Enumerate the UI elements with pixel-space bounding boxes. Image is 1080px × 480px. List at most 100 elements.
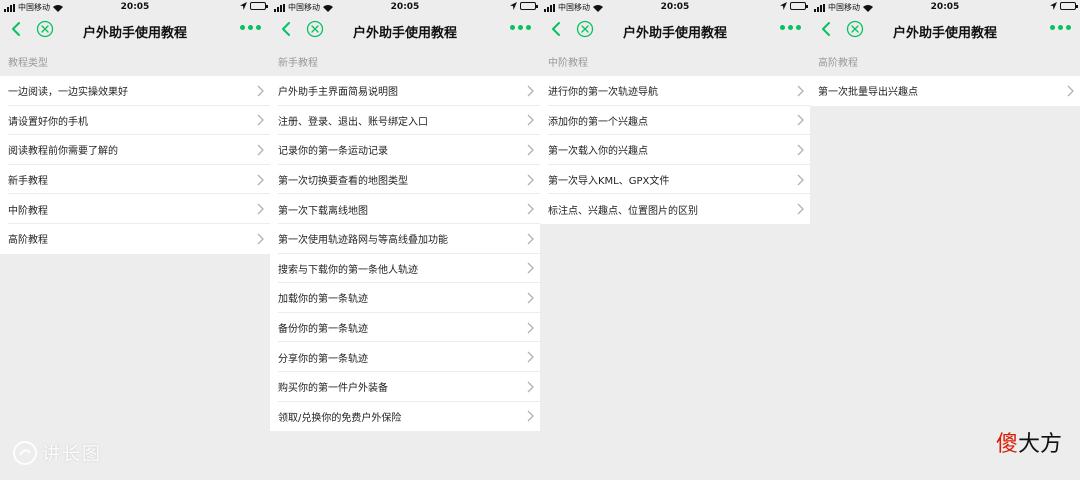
list-item-label: 一边阅读，一边实操效果好 bbox=[8, 87, 128, 99]
status-right bbox=[510, 2, 538, 10]
screen-4: 中国移动 20:05 户外助手使用教程 高阶教程 第一次批量导出兴趣点 bbox=[810, 0, 1080, 480]
list-item-label: 进行你的第一次轨迹导航 bbox=[548, 87, 658, 99]
screen-3: 中国移动 20:05 户外助手使用教程 中阶教程 进行你的第一次轨迹导航 添加你… bbox=[540, 0, 810, 480]
list-item-label: 第一次导入KML、GPX文件 bbox=[548, 176, 670, 188]
list-item[interactable]: 户外助手主界面简易说明图 bbox=[270, 76, 540, 106]
more-options-icon[interactable] bbox=[1050, 25, 1072, 33]
more-options-icon[interactable] bbox=[510, 25, 532, 33]
list-item-label: 备份你的第一条轨迹 bbox=[278, 324, 368, 336]
chevron-right-icon bbox=[1067, 85, 1074, 97]
list-item-label: 购买你的第一件户外装备 bbox=[278, 383, 388, 395]
status-time: 20:05 bbox=[120, 2, 150, 12]
screen-1: 中国移动 20:05 户外助手使用教程 教程类型 一边阅读，一边实操效果好 请设… bbox=[0, 0, 270, 480]
screen-2: 中国移动 20:05 户外助手使用教程 新手教程 户外助手主界面简易说明图 注册… bbox=[270, 0, 540, 480]
status-time: 20:05 bbox=[660, 2, 690, 12]
list-item[interactable]: 中阶教程 bbox=[0, 194, 270, 224]
battery-icon bbox=[1060, 2, 1078, 10]
chevron-right-icon bbox=[257, 233, 264, 245]
list-item-label: 请设置好你的手机 bbox=[8, 116, 88, 128]
chevron-right-icon bbox=[797, 144, 804, 156]
list-item-label: 领取/兑换你的免费户外保险 bbox=[278, 412, 402, 424]
nav-bar: 户外助手使用教程 bbox=[810, 14, 1080, 46]
chevron-right-icon bbox=[527, 410, 534, 422]
page-title: 户外助手使用教程 bbox=[82, 26, 187, 41]
battery-icon bbox=[520, 2, 538, 10]
status-bar: 中国移动 20:05 bbox=[0, 0, 270, 14]
list-item[interactable]: 分享你的第一条轨迹 bbox=[270, 342, 540, 372]
brand-logo: 傻大方 bbox=[996, 426, 1062, 458]
chevron-right-icon bbox=[797, 114, 804, 126]
section-header: 教程类型 bbox=[8, 57, 48, 69]
status-time: 20:05 bbox=[390, 2, 420, 12]
list-item-label: 加载你的第一条轨迹 bbox=[278, 294, 368, 306]
list-item-label: 第一次使用轨迹路网与等高线叠加功能 bbox=[278, 235, 448, 247]
chevron-right-icon bbox=[527, 114, 534, 126]
location-arrow-icon bbox=[780, 2, 787, 10]
section-header: 高阶教程 bbox=[818, 57, 858, 69]
more-options-icon[interactable] bbox=[240, 25, 262, 33]
brand-logo-rest: 大方 bbox=[1017, 432, 1062, 457]
list-item[interactable]: 第一次使用轨迹路网与等高线叠加功能 bbox=[270, 223, 540, 254]
list-item[interactable]: 领取/兑换你的免费户外保险 bbox=[270, 401, 540, 432]
list-item[interactable]: 第一次切换要查看的地图类型 bbox=[270, 164, 540, 195]
status-bar: 中国移动 20:05 bbox=[810, 0, 1080, 14]
list-item[interactable]: 新手教程 bbox=[0, 164, 270, 195]
list-item[interactable]: 进行你的第一次轨迹导航 bbox=[540, 76, 810, 106]
list-item-label: 阅读教程前你需要了解的 bbox=[8, 146, 118, 158]
chevron-right-icon bbox=[797, 203, 804, 215]
section-header: 中阶教程 bbox=[548, 57, 588, 69]
chevron-right-icon bbox=[257, 114, 264, 126]
chevron-right-icon bbox=[527, 381, 534, 393]
nav-bar: 户外助手使用教程 bbox=[0, 14, 270, 46]
list-item-label: 第一次切换要查看的地图类型 bbox=[278, 176, 408, 188]
chevron-right-icon bbox=[527, 144, 534, 156]
list-item-label: 高阶教程 bbox=[8, 235, 48, 247]
watermark-text: 讲长图 bbox=[42, 444, 102, 465]
chevron-right-icon bbox=[527, 351, 534, 363]
chevron-right-icon bbox=[527, 85, 534, 97]
list-item[interactable]: 第一次载入你的兴趣点 bbox=[540, 135, 810, 165]
tutorial-list: 第一次批量导出兴趣点 bbox=[810, 76, 1080, 106]
more-options-icon[interactable] bbox=[780, 25, 802, 33]
location-arrow-icon bbox=[240, 2, 247, 10]
list-item[interactable]: 购买你的第一件户外装备 bbox=[270, 371, 540, 402]
nav-bar: 户外助手使用教程 bbox=[540, 14, 810, 46]
watermark-logo-icon bbox=[13, 441, 37, 465]
status-bar: 中国移动 20:05 bbox=[540, 0, 810, 14]
list-item[interactable]: 阅读教程前你需要了解的 bbox=[0, 135, 270, 165]
page-title: 户外助手使用教程 bbox=[352, 26, 457, 41]
list-item[interactable]: 记录你的第一条运动记录 bbox=[270, 135, 540, 165]
battery-icon bbox=[250, 2, 268, 10]
list-item[interactable]: 加载你的第一条轨迹 bbox=[270, 283, 540, 313]
screens-container: 中国移动 20:05 户外助手使用教程 教程类型 一边阅读，一边实操效果好 请设… bbox=[0, 0, 1080, 480]
list-item-label: 第一次批量导出兴趣点 bbox=[818, 87, 918, 99]
list-item-label: 添加你的第一个兴趣点 bbox=[548, 116, 648, 128]
list-item[interactable]: 搜索与下载你的第一条他人轨迹 bbox=[270, 253, 540, 284]
chevron-right-icon bbox=[527, 174, 534, 186]
list-item[interactable]: 注册、登录、退出、账号绑定入口 bbox=[270, 105, 540, 136]
list-item[interactable]: 添加你的第一个兴趣点 bbox=[540, 105, 810, 136]
list-item[interactable]: 第一次导入KML、GPX文件 bbox=[540, 164, 810, 195]
list-item[interactable]: 一边阅读，一边实操效果好 bbox=[0, 76, 270, 106]
list-item-label: 记录你的第一条运动记录 bbox=[278, 146, 388, 158]
list-item[interactable]: 备份你的第一条轨迹 bbox=[270, 312, 540, 343]
list-item[interactable]: 第一次批量导出兴趣点 bbox=[810, 76, 1080, 106]
chevron-right-icon bbox=[797, 85, 804, 97]
list-item-label: 分享你的第一条轨迹 bbox=[278, 353, 368, 365]
list-item[interactable]: 标注点、兴趣点、位置图片的区别 bbox=[540, 194, 810, 224]
list-item-label: 户外助手主界面简易说明图 bbox=[278, 87, 398, 99]
tutorial-list: 户外助手主界面简易说明图 注册、登录、退出、账号绑定入口 记录你的第一条运动记录… bbox=[270, 76, 540, 432]
chevron-right-icon bbox=[527, 322, 534, 334]
page-title: 户外助手使用教程 bbox=[622, 26, 727, 41]
chevron-right-icon bbox=[257, 203, 264, 215]
list-item-label: 第一次载入你的兴趣点 bbox=[548, 146, 648, 158]
list-item[interactable]: 第一次下载离线地图 bbox=[270, 194, 540, 224]
list-item-label: 中阶教程 bbox=[8, 205, 48, 217]
list-item-label: 注册、登录、退出、账号绑定入口 bbox=[278, 116, 428, 128]
list-item[interactable]: 高阶教程 bbox=[0, 223, 270, 254]
chevron-right-icon bbox=[257, 144, 264, 156]
list-item-label: 搜索与下载你的第一条他人轨迹 bbox=[278, 264, 418, 276]
list-item[interactable]: 请设置好你的手机 bbox=[0, 105, 270, 136]
status-right bbox=[780, 2, 808, 10]
tutorial-list: 进行你的第一次轨迹导航 添加你的第一个兴趣点 第一次载入你的兴趣点 第一次导入K… bbox=[540, 76, 810, 224]
